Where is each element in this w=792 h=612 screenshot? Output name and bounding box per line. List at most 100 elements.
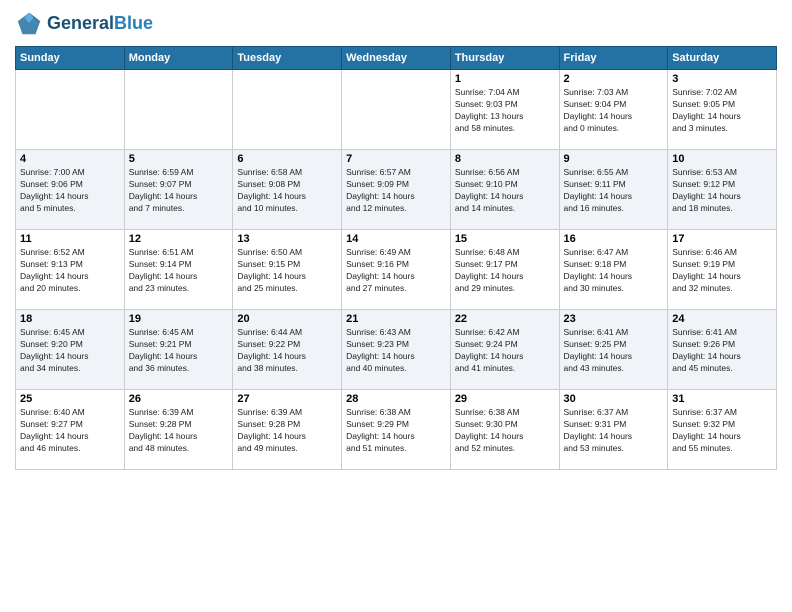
day-number: 22 [455, 313, 555, 325]
day-info: Sunrise: 6:50 AM Sunset: 9:15 PM Dayligh… [237, 247, 337, 295]
calendar-day-cell: 16 Sunrise: 6:47 AM Sunset: 9:18 PM Dayli… [559, 230, 668, 310]
calendar-day-cell: 19Sunrise: 6:45 AM Sunset: 9:21 PM Dayli… [124, 310, 233, 390]
day-info: Sunrise: 7:03 AM Sunset: 9:04 PM Dayligh… [564, 87, 664, 135]
calendar-day-cell: 31 Sunrise: 6:37 AM Sunset: 9:32 PM Dayli… [668, 390, 777, 470]
day-number: 18 [20, 313, 120, 325]
calendar-day-cell: 26 Sunrise: 6:39 AM Sunset: 9:28 PM Dayli… [124, 390, 233, 470]
day-info: Sunrise: 6:52 AM Sunset: 9:13 PM Dayligh… [20, 247, 120, 295]
page-container: GeneralBlue SundayMondayTuesdayWednesday… [0, 0, 792, 612]
day-info: Sunrise: 6:48 AM Sunset: 9:17 PM Dayligh… [455, 247, 555, 295]
empty-cell [342, 70, 451, 150]
calendar-day-cell: 17 Sunrise: 6:46 AM Sunset: 9:19 PM Dayli… [668, 230, 777, 310]
weekday-header: Wednesday [342, 47, 451, 70]
calendar-day-cell: 20 Sunrise: 6:44 AM Sunset: 9:22 PM Dayli… [233, 310, 342, 390]
day-number: 26 [129, 393, 229, 405]
calendar-day-cell: 11 Sunrise: 6:52 AM Sunset: 9:13 PM Dayli… [16, 230, 125, 310]
day-number: 16 [564, 233, 664, 245]
day-info: Sunrise: 6:45 AM Sunset: 9:21 PM Dayligh… [129, 327, 229, 375]
weekday-header: Sunday [16, 47, 125, 70]
day-info: Sunrise: 6:47 AM Sunset: 9:18 PM Dayligh… [564, 247, 664, 295]
day-info: Sunrise: 6:56 AM Sunset: 9:10 PM Dayligh… [455, 167, 555, 215]
day-info: Sunrise: 6:38 AM Sunset: 9:30 PM Dayligh… [455, 407, 555, 455]
calendar-day-cell: 24 Sunrise: 6:41 AM Sunset: 9:26 PM Dayli… [668, 310, 777, 390]
calendar-week-row: 4Sunrise: 7:00 AM Sunset: 9:06 PM Daylig… [16, 150, 777, 230]
day-number: 17 [672, 233, 772, 245]
day-info: Sunrise: 6:44 AM Sunset: 9:22 PM Dayligh… [237, 327, 337, 375]
day-number: 30 [564, 393, 664, 405]
day-info: Sunrise: 6:55 AM Sunset: 9:11 PM Dayligh… [564, 167, 664, 215]
logo-icon [15, 10, 43, 38]
calendar-day-cell: 21 Sunrise: 6:43 AM Sunset: 9:23 PM Dayli… [342, 310, 451, 390]
calendar-day-cell: 6 Sunrise: 6:58 AM Sunset: 9:08 PM Daylig… [233, 150, 342, 230]
day-info: Sunrise: 6:37 AM Sunset: 9:31 PM Dayligh… [564, 407, 664, 455]
calendar-day-cell: 27 Sunrise: 6:39 AM Sunset: 9:28 PM Dayli… [233, 390, 342, 470]
logo-text: GeneralBlue [47, 14, 153, 34]
day-number: 2 [564, 73, 664, 85]
calendar-day-cell: 30 Sunrise: 6:37 AM Sunset: 9:31 PM Dayli… [559, 390, 668, 470]
page-header: GeneralBlue [15, 10, 777, 38]
day-info: Sunrise: 6:59 AM Sunset: 9:07 PM Dayligh… [129, 167, 229, 215]
day-info: Sunrise: 6:49 AM Sunset: 9:16 PM Dayligh… [346, 247, 446, 295]
day-number: 8 [455, 153, 555, 165]
day-number: 11 [20, 233, 120, 245]
calendar-day-cell: 3 Sunrise: 7:02 AM Sunset: 9:05 PM Daylig… [668, 70, 777, 150]
calendar-week-row: 11 Sunrise: 6:52 AM Sunset: 9:13 PM Dayli… [16, 230, 777, 310]
day-info: Sunrise: 6:40 AM Sunset: 9:27 PM Dayligh… [20, 407, 120, 455]
day-info: Sunrise: 7:02 AM Sunset: 9:05 PM Dayligh… [672, 87, 772, 135]
day-info: Sunrise: 6:41 AM Sunset: 9:26 PM Dayligh… [672, 327, 772, 375]
day-info: Sunrise: 6:57 AM Sunset: 9:09 PM Dayligh… [346, 167, 446, 215]
day-info: Sunrise: 6:41 AM Sunset: 9:25 PM Dayligh… [564, 327, 664, 375]
weekday-header: Thursday [450, 47, 559, 70]
calendar-week-row: 25 Sunrise: 6:40 AM Sunset: 9:27 PM Dayli… [16, 390, 777, 470]
calendar-day-cell: 10Sunrise: 6:53 AM Sunset: 9:12 PM Dayli… [668, 150, 777, 230]
day-number: 31 [672, 393, 772, 405]
empty-cell [16, 70, 125, 150]
calendar-day-cell: 5 Sunrise: 6:59 AM Sunset: 9:07 PM Daylig… [124, 150, 233, 230]
day-info: Sunrise: 6:43 AM Sunset: 9:23 PM Dayligh… [346, 327, 446, 375]
day-number: 10 [672, 153, 772, 165]
day-number: 6 [237, 153, 337, 165]
day-info: Sunrise: 6:58 AM Sunset: 9:08 PM Dayligh… [237, 167, 337, 215]
logo: GeneralBlue [15, 10, 153, 38]
day-number: 9 [564, 153, 664, 165]
day-number: 29 [455, 393, 555, 405]
day-number: 5 [129, 153, 229, 165]
calendar-day-cell: 18Sunrise: 6:45 AM Sunset: 9:20 PM Dayli… [16, 310, 125, 390]
calendar-day-cell: 28 Sunrise: 6:38 AM Sunset: 9:29 PM Dayli… [342, 390, 451, 470]
calendar-day-cell: 1Sunrise: 7:04 AM Sunset: 9:03 PM Daylig… [450, 70, 559, 150]
day-number: 25 [20, 393, 120, 405]
weekday-header: Saturday [668, 47, 777, 70]
calendar-day-cell: 9 Sunrise: 6:55 AM Sunset: 9:11 PM Daylig… [559, 150, 668, 230]
day-info: Sunrise: 6:37 AM Sunset: 9:32 PM Dayligh… [672, 407, 772, 455]
day-number: 28 [346, 393, 446, 405]
calendar-day-cell: 2 Sunrise: 7:03 AM Sunset: 9:04 PM Daylig… [559, 70, 668, 150]
day-info: Sunrise: 6:46 AM Sunset: 9:19 PM Dayligh… [672, 247, 772, 295]
day-number: 24 [672, 313, 772, 325]
day-info: Sunrise: 6:39 AM Sunset: 9:28 PM Dayligh… [237, 407, 337, 455]
day-number: 27 [237, 393, 337, 405]
day-info: Sunrise: 6:51 AM Sunset: 9:14 PM Dayligh… [129, 247, 229, 295]
day-info: Sunrise: 7:00 AM Sunset: 9:06 PM Dayligh… [20, 167, 120, 215]
calendar-day-cell: 22 Sunrise: 6:42 AM Sunset: 9:24 PM Dayli… [450, 310, 559, 390]
day-info: Sunrise: 6:39 AM Sunset: 9:28 PM Dayligh… [129, 407, 229, 455]
day-number: 3 [672, 73, 772, 85]
empty-cell [233, 70, 342, 150]
calendar-day-cell: 13Sunrise: 6:50 AM Sunset: 9:15 PM Dayli… [233, 230, 342, 310]
calendar-week-row: 18Sunrise: 6:45 AM Sunset: 9:20 PM Dayli… [16, 310, 777, 390]
weekday-header: Monday [124, 47, 233, 70]
day-number: 20 [237, 313, 337, 325]
weekday-header: Tuesday [233, 47, 342, 70]
calendar-day-cell: 25 Sunrise: 6:40 AM Sunset: 9:27 PM Dayli… [16, 390, 125, 470]
calendar-header-row: SundayMondayTuesdayWednesdayThursdayFrid… [16, 47, 777, 70]
day-info: Sunrise: 6:42 AM Sunset: 9:24 PM Dayligh… [455, 327, 555, 375]
day-number: 15 [455, 233, 555, 245]
calendar-week-row: 1Sunrise: 7:04 AM Sunset: 9:03 PM Daylig… [16, 70, 777, 150]
day-number: 23 [564, 313, 664, 325]
weekday-header: Friday [559, 47, 668, 70]
calendar-day-cell: 7Sunrise: 6:57 AM Sunset: 9:09 PM Daylig… [342, 150, 451, 230]
day-number: 21 [346, 313, 446, 325]
empty-cell [124, 70, 233, 150]
calendar-day-cell: 23 Sunrise: 6:41 AM Sunset: 9:25 PM Dayli… [559, 310, 668, 390]
day-number: 14 [346, 233, 446, 245]
day-info: Sunrise: 6:38 AM Sunset: 9:29 PM Dayligh… [346, 407, 446, 455]
